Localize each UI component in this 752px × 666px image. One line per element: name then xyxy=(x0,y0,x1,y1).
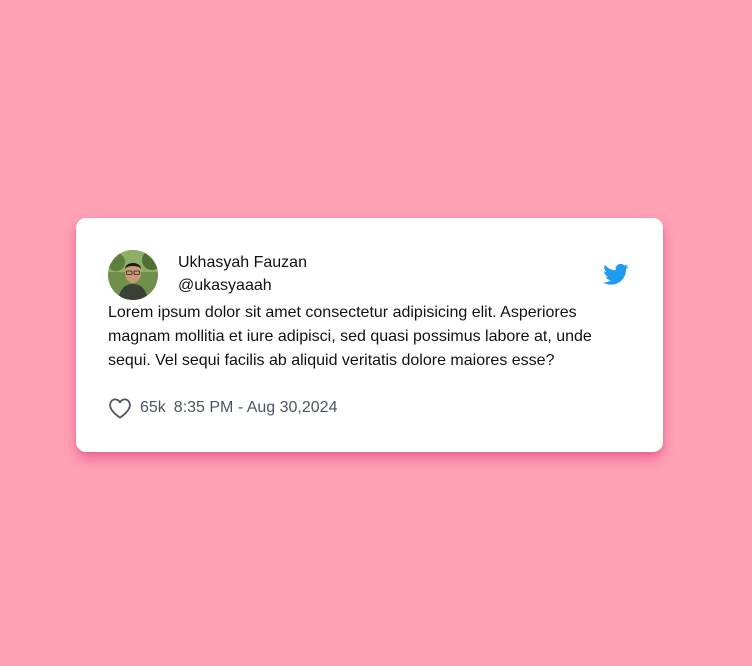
tweet-footer: 65k 8:35 PM - Aug 30,2024 xyxy=(108,397,631,419)
author-handle[interactable]: @ukasyaaah xyxy=(178,275,307,297)
tweet-card: Ukhasyah Fauzan @ukasyaaah Lorem ipsum d… xyxy=(76,218,663,452)
tweet-text: Lorem ipsum dolor sit amet consectetur a… xyxy=(108,304,592,369)
heart-outline-icon[interactable] xyxy=(108,397,132,419)
author-info: Ukhasyah Fauzan @ukasyaaah xyxy=(178,250,307,297)
like-count: 65k xyxy=(140,399,166,416)
avatar[interactable] xyxy=(108,250,158,300)
tweet-timestamp[interactable]: 8:35 PM - Aug 30,2024 xyxy=(174,399,338,417)
tweet-header: Ukhasyah Fauzan @ukasyaaah xyxy=(108,250,631,300)
author-name[interactable]: Ukhasyah Fauzan xyxy=(178,253,307,273)
twitter-bird-icon[interactable] xyxy=(601,261,631,287)
